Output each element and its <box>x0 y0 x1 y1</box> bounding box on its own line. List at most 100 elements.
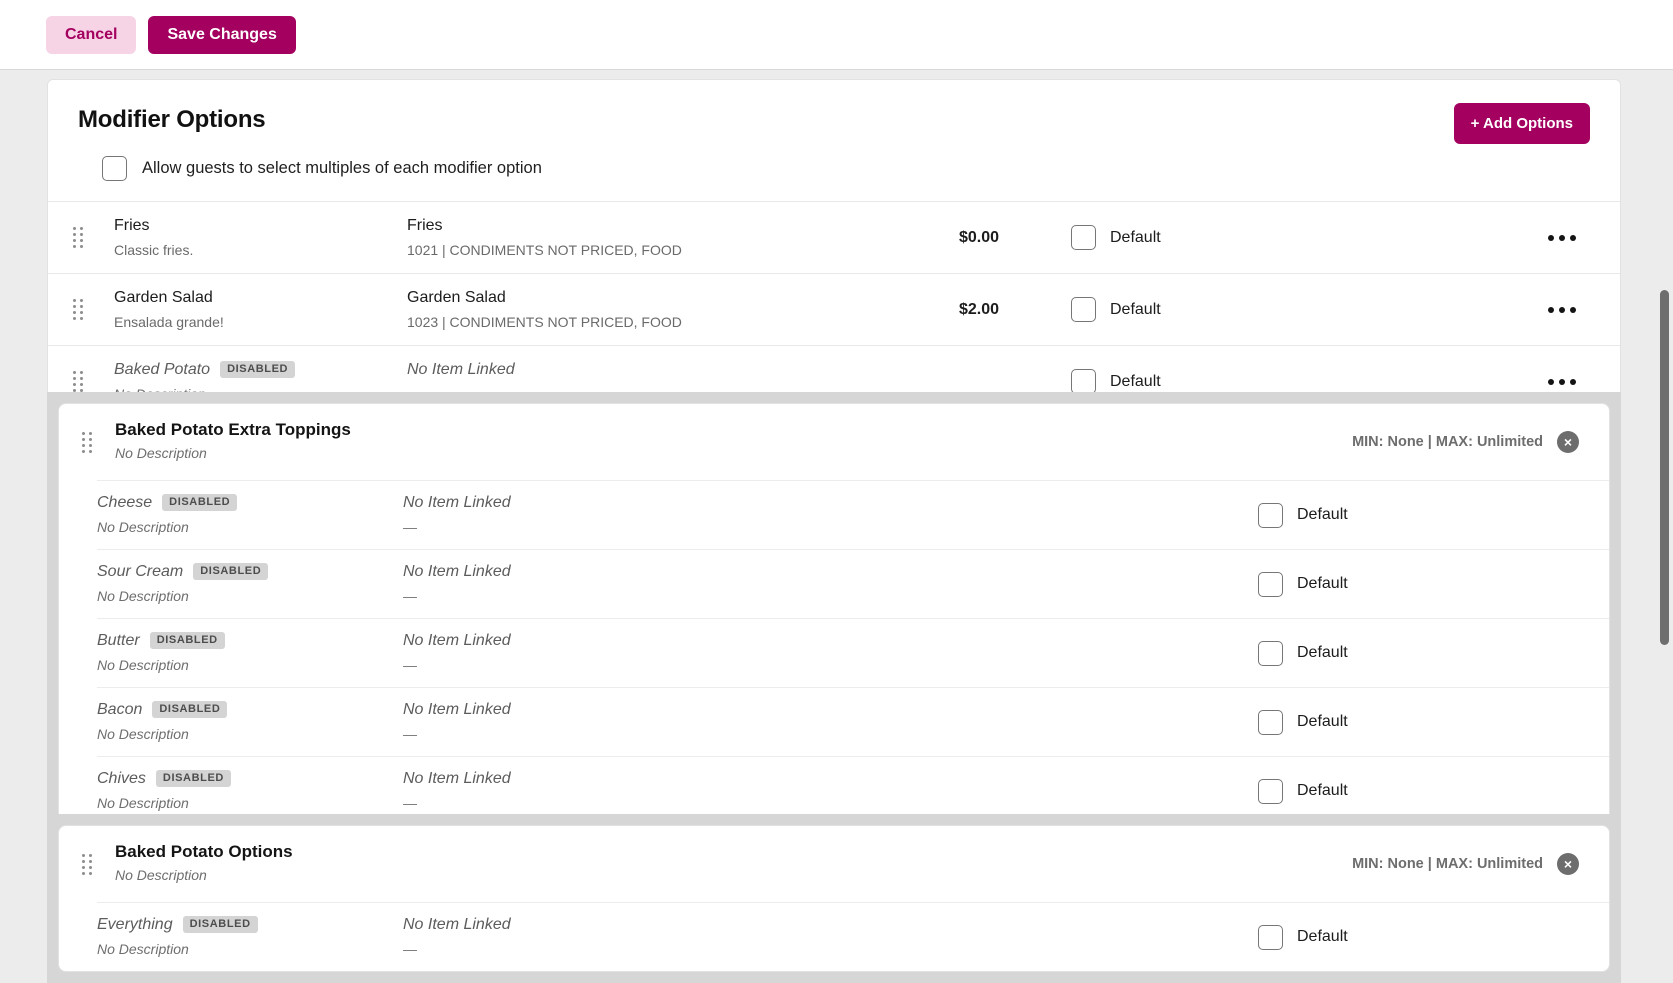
drag-handle[interactable] <box>48 227 92 248</box>
modifier-group-constraints: MIN: None | MAX: Unlimited <box>1352 434 1543 450</box>
option-name-row: Bacon DISABLED <box>97 698 403 721</box>
page-title: Modifier Options <box>78 106 266 133</box>
scrollbar-thumb[interactable] <box>1660 290 1669 645</box>
drag-handle[interactable] <box>48 371 92 392</box>
linked-item-meta: — <box>403 941 417 958</box>
status-badge: DISABLED <box>193 563 269 581</box>
modifier-group-container: Baked Potato Options No Description MIN:… <box>47 814 1621 983</box>
option-name: Fries <box>114 216 150 234</box>
option-description: No Description <box>97 795 189 812</box>
list-item[interactable]: Sour Cream DISABLED No Description No It… <box>97 549 1609 618</box>
price-cell: $0.00 <box>757 229 1047 247</box>
close-icon[interactable]: × <box>1557 431 1579 453</box>
default-cell: Default <box>1258 778 1609 804</box>
linked-item-meta: — <box>403 795 417 812</box>
linked-item-name: No Item Linked <box>403 770 511 788</box>
default-cell: Default <box>1047 369 1347 394</box>
status-badge: DISABLED <box>182 916 258 934</box>
list-item[interactable]: Everything DISABLED No Description No It… <box>97 902 1609 971</box>
drag-dots-icon <box>82 853 92 875</box>
status-badge: DISABLED <box>162 494 238 512</box>
list-item[interactable]: Butter DISABLED No Description No Item L… <box>97 618 1609 687</box>
default-cell: Default <box>1258 571 1609 597</box>
status-badge: DISABLED <box>152 701 228 719</box>
modifier-group-description: No Description <box>115 866 207 883</box>
default-cell: Default <box>1258 502 1609 528</box>
linked-item-cell: No Item Linked — <box>403 491 1258 539</box>
modifier-group-title-cell: Baked Potato Extra Toppings No Descripti… <box>115 420 351 465</box>
modifier-group: Baked Potato Options No Description MIN:… <box>58 825 1610 972</box>
status-badge: DISABLED <box>155 770 231 788</box>
option-name-cell: Fries Classic fries. <box>92 214 407 262</box>
more-options-icon[interactable] <box>1544 301 1580 319</box>
status-badge: DISABLED <box>220 360 296 378</box>
linked-item-name: Fries <box>407 216 443 234</box>
modifier-group-header: Baked Potato Extra Toppings No Descripti… <box>59 404 1609 480</box>
default-label: Default <box>1110 300 1161 318</box>
more-options-icon[interactable] <box>1544 229 1580 247</box>
list-item[interactable]: Cheese DISABLED No Description No Item L… <box>97 480 1609 549</box>
linked-item-meta: — <box>403 519 417 536</box>
default-checkbox[interactable] <box>1071 297 1096 322</box>
option-price: $0.00 <box>958 228 999 246</box>
linked-item-cell: No Item Linked — <box>403 913 1258 961</box>
table-row[interactable]: Garden Salad Ensalada grande! Garden Sal… <box>48 273 1620 345</box>
default-checkbox[interactable] <box>1258 709 1283 735</box>
option-description: No Description <box>97 941 189 958</box>
option-name: Everything <box>97 916 173 934</box>
vertical-scrollbar[interactable] <box>1657 70 1673 983</box>
row-actions-cell <box>1347 301 1620 319</box>
option-name: Chives <box>97 770 146 788</box>
drag-handle[interactable] <box>59 431 115 453</box>
option-name-cell: Chives DISABLED No Description <box>97 767 403 815</box>
save-changes-button[interactable]: Save Changes <box>148 15 296 54</box>
linked-item-name: Garden Salad <box>407 288 506 306</box>
linked-item-cell: No Item Linked — <box>403 698 1258 746</box>
default-checkbox[interactable] <box>1071 225 1096 250</box>
default-label: Default <box>1110 372 1161 390</box>
option-name-row: Cheese DISABLED <box>97 491 403 514</box>
option-name-cell: Everything DISABLED No Description <box>97 913 403 961</box>
drag-handle[interactable] <box>48 299 92 320</box>
default-checkbox[interactable] <box>1258 640 1283 666</box>
linked-item-name: No Item Linked <box>403 563 511 581</box>
modifier-group-constraints: MIN: None | MAX: Unlimited <box>1352 856 1543 872</box>
option-name: Baked Potato <box>114 360 211 378</box>
option-name-cell: Sour Cream DISABLED No Description <box>97 560 403 608</box>
drag-handle[interactable] <box>59 853 115 875</box>
allow-multiples-checkbox[interactable] <box>102 156 127 181</box>
linked-item-cell: Garden Salad 1023 | CONDIMENTS NOT PRICE… <box>407 286 757 334</box>
default-label: Default <box>1110 228 1161 246</box>
default-checkbox[interactable] <box>1258 778 1283 804</box>
linked-item-cell: No Item Linked — <box>403 629 1258 677</box>
default-cell: Default <box>1047 297 1347 322</box>
linked-item-meta: 1021 | CONDIMENTS NOT PRICED, FOOD <box>407 241 682 258</box>
allow-multiples-label: Allow guests to select multiples of each… <box>142 159 542 177</box>
modifier-group: Baked Potato Extra Toppings No Descripti… <box>58 403 1610 826</box>
option-name-row: Baked Potato DISABLED <box>114 358 407 381</box>
default-checkbox[interactable] <box>1258 571 1283 597</box>
table-row[interactable]: Fries Classic fries. Fries 1021 | CONDIM… <box>48 201 1620 273</box>
list-item[interactable]: Bacon DISABLED No Description No Item Li… <box>97 687 1609 756</box>
linked-item-meta: — <box>403 726 417 743</box>
option-description: No Description <box>97 588 189 605</box>
cancel-button[interactable]: Cancel <box>46 15 137 54</box>
modifier-group-container: Baked Potato Extra Toppings No Descripti… <box>47 392 1621 826</box>
option-name-cell: Butter DISABLED No Description <box>97 629 403 677</box>
default-checkbox[interactable] <box>1258 924 1283 950</box>
modifier-group-header: Baked Potato Options No Description MIN:… <box>59 826 1609 902</box>
modifier-group-title: Baked Potato Options <box>115 841 293 861</box>
default-cell: Default <box>1258 640 1609 666</box>
option-description: No Description <box>97 657 189 674</box>
default-checkbox[interactable] <box>1071 369 1096 394</box>
row-actions-cell <box>1347 373 1620 391</box>
more-options-icon[interactable] <box>1544 373 1580 391</box>
linked-item-meta: — <box>403 657 417 674</box>
default-checkbox[interactable] <box>1258 502 1283 528</box>
option-name-row: Sour Cream DISABLED <box>97 560 403 583</box>
allow-multiples-row: Allow guests to select multiples of each… <box>78 134 1590 201</box>
add-options-button[interactable]: + Add Options <box>1453 103 1590 144</box>
close-icon[interactable]: × <box>1557 853 1579 875</box>
modifier-options-card: Modifier Options + Add Options Allow gue… <box>47 79 1621 418</box>
option-name: Cheese <box>97 494 153 512</box>
